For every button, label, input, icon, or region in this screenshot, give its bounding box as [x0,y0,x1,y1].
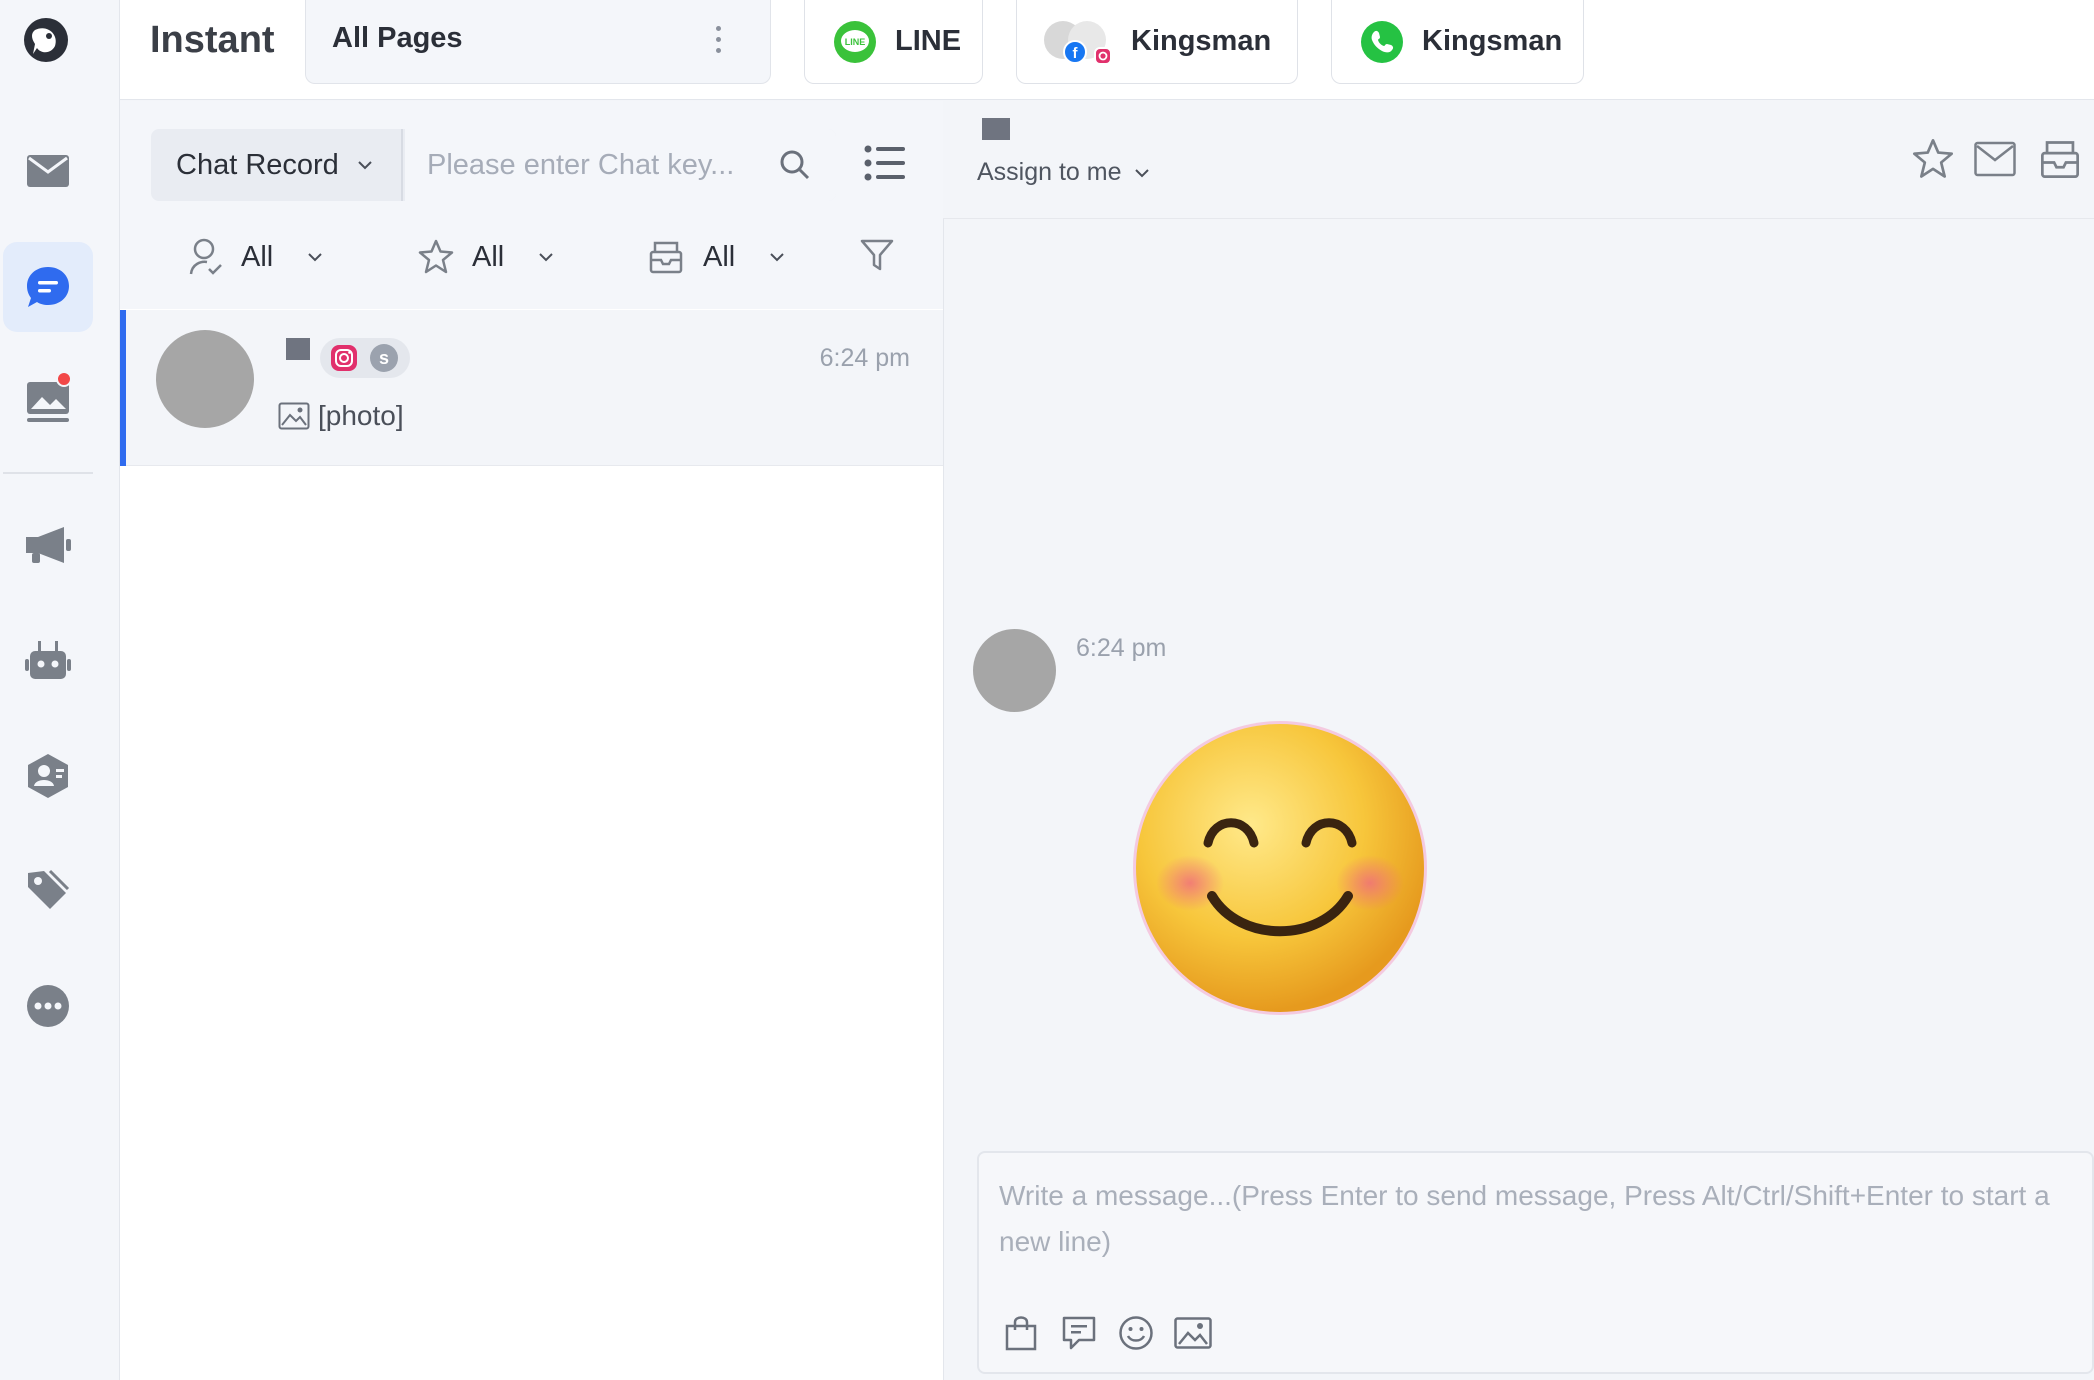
whatsapp-icon [1360,20,1404,64]
facebook-instagram-icon: f [1043,20,1117,64]
instagram-icon [330,344,358,372]
message-time: 6:24 pm [1076,634,1167,662]
pages-select-label: All Pages [332,22,463,54]
preview-text: [photo] [318,400,404,431]
smiling-face-sticker[interactable] [1130,718,1430,1023]
chat-bubble-icon [25,265,71,309]
inbox-filter-value: All [703,240,736,273]
sidebar-item-posts[interactable] [3,357,93,447]
assignee-filter-value: All [241,240,274,273]
megaphone-icon [24,525,72,565]
kebab-menu-icon[interactable] [714,26,722,56]
sidebar-item-inbox[interactable] [3,126,93,216]
robot-icon [25,639,71,681]
tab-line[interactable]: LINE LINE [804,0,983,84]
chevron-down-icon [538,252,554,262]
image-upload-icon[interactable] [1171,1311,1215,1355]
assign-select[interactable]: Assign to me [977,158,1150,187]
app-logo-icon[interactable] [21,16,71,64]
chevron-down-icon [1134,168,1150,178]
conversation-time: 6:24 pm [819,344,910,372]
mail-icon [26,153,70,189]
tab-kingsman-facebook[interactable]: f Kingsman [1016,0,1298,84]
tab-kingsman-whatsapp[interactable]: Kingsman [1331,0,1584,84]
svg-text:LINE: LINE [845,37,866,47]
filter-icon[interactable] [860,238,894,277]
message-avatar [973,629,1056,712]
sidebar-item-chat[interactable] [3,242,93,332]
avatar [156,330,254,428]
sidebar-item-broadcast[interactable] [3,500,93,590]
chevron-down-icon [307,252,323,262]
message-input[interactable] [999,1173,2069,1283]
chevron-down-icon [357,160,373,170]
notification-dot [56,371,72,387]
sidebar-divider [3,472,93,474]
assignee-icon [189,238,223,276]
image-stack-icon [26,371,72,425]
star-icon[interactable] [1912,138,1954,185]
search-type-label: Chat Record [176,148,339,181]
chevron-down-icon [769,252,785,262]
shopping-bag-icon[interactable] [999,1311,1043,1355]
list-view-icon[interactable] [864,143,906,190]
assign-label: Assign to me [977,158,1122,186]
conversation-preview: [photo] [278,400,404,432]
channel-badges: s [320,338,410,378]
message-composer [977,1151,2094,1374]
star-icon [418,239,454,275]
quick-reply-icon[interactable] [1057,1311,1101,1355]
mail-icon[interactable] [1974,140,2016,183]
sidebar-item-tags[interactable] [3,846,93,936]
star-filter-value: All [472,240,505,273]
channel-letter-badge: s [370,344,398,372]
app-title: Instant [150,19,275,61]
emoji-icon[interactable] [1114,1311,1158,1355]
sidebar-item-more[interactable] [3,961,93,1051]
redacted-contact-name [982,118,1010,140]
photo-icon [278,402,310,430]
sidebar-item-contacts[interactable] [3,731,93,821]
tab-line-label: LINE [895,25,962,57]
tab-kingsman-whatsapp-label: Kingsman [1422,25,1563,57]
line-icon: LINE [833,20,877,64]
inbox-tray-icon[interactable] [2040,138,2080,185]
chat-search-bar: Chat Record [151,129,836,201]
search-icon[interactable] [779,149,811,181]
contact-icon [26,753,70,799]
star-filter[interactable]: All [418,232,554,282]
search-type-select[interactable]: Chat Record [151,129,403,201]
redacted-name [286,338,310,360]
selected-indicator [120,310,126,466]
inbox-icon [649,240,683,274]
assignee-filter[interactable]: All [189,232,323,282]
conversation-item[interactable]: s 6:24 pm [photo] [120,310,943,466]
pages-select[interactable]: All Pages [305,0,771,84]
tab-kingsman-facebook-label: Kingsman [1131,25,1272,57]
sidebar-item-bot[interactable] [3,615,93,705]
inbox-filter[interactable]: All [649,232,785,282]
chat-search-input[interactable] [405,129,836,201]
more-icon [26,984,70,1028]
tag-icon [26,869,70,913]
